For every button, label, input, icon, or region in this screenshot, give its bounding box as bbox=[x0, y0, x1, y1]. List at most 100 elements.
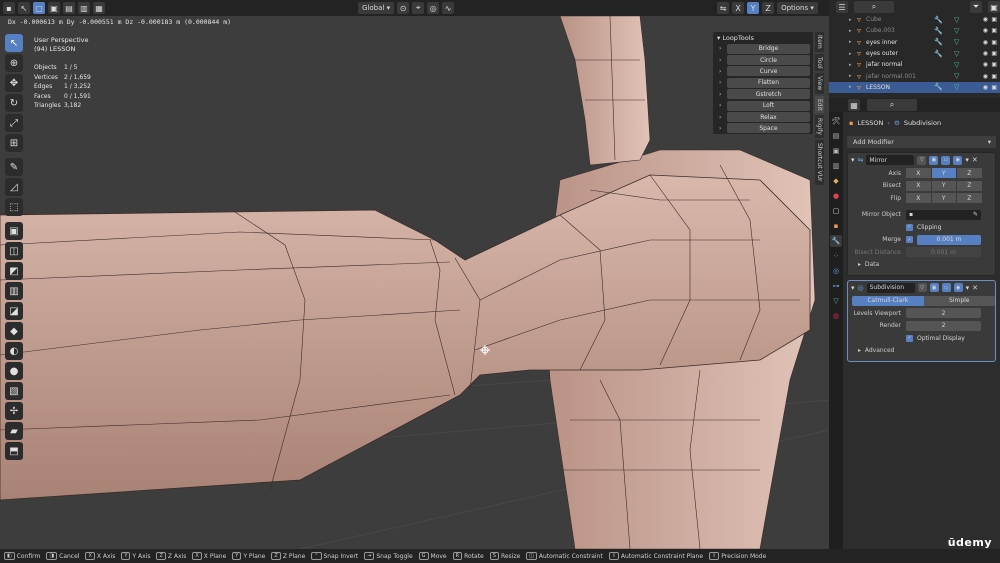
particles-icon[interactable]: ⁘ bbox=[830, 250, 842, 262]
eyedropper-icon[interactable]: ✎ bbox=[973, 211, 978, 218]
looptools-curve[interactable]: › Curve bbox=[713, 66, 813, 77]
filter-icon[interactable]: ⏷ bbox=[970, 1, 982, 13]
scene-icon[interactable]: ◆ bbox=[830, 175, 842, 187]
physics-icon[interactable]: ◎ bbox=[830, 265, 842, 277]
editor-type-icon[interactable]: ▦ bbox=[848, 99, 860, 111]
select-intersect-icon[interactable]: ▦ bbox=[93, 2, 105, 14]
spin-tool-icon[interactable]: ◐ bbox=[5, 342, 23, 360]
eye-icon[interactable]: ◉ bbox=[983, 16, 988, 23]
mirror-name-field[interactable]: Mirror bbox=[866, 155, 915, 165]
flip-y-toggle[interactable]: Y bbox=[931, 193, 956, 204]
flip-z-toggle[interactable]: Z bbox=[957, 193, 982, 204]
render-toggle-icon[interactable]: ◉ bbox=[953, 283, 963, 292]
select-box-icon[interactable]: ▢ bbox=[33, 2, 45, 14]
outliner-row[interactable]: ▸ ▿ eyes outer 🔧 ▽ ◉ ▣ bbox=[829, 48, 1000, 59]
bisect-distance-field[interactable]: 0.001 m bbox=[906, 247, 981, 258]
outliner-row[interactable]: ▸ ▿ jafar normal ▽ ◉ ▣ bbox=[829, 59, 1000, 70]
tab-view[interactable]: View bbox=[815, 73, 824, 94]
poly-build-tool-icon[interactable]: ◆ bbox=[5, 322, 23, 340]
tab-tool[interactable]: Tool bbox=[815, 53, 824, 72]
object-props-icon[interactable]: ▪ bbox=[830, 220, 842, 232]
looptools-relax[interactable]: › Relax bbox=[713, 111, 813, 123]
search-icon[interactable]: ⌕ bbox=[854, 1, 894, 13]
tab-item[interactable]: Item bbox=[815, 32, 824, 52]
chevron-right-icon[interactable]: ▸ bbox=[849, 73, 857, 79]
eye-icon[interactable]: ◉ bbox=[983, 27, 988, 34]
extrude-tool-icon[interactable]: ▣ bbox=[5, 222, 23, 240]
chevron-down-icon[interactable]: ▾ bbox=[965, 156, 969, 164]
subdivision-name-field[interactable]: Subdivision bbox=[866, 282, 915, 293]
axis-z-toggle[interactable]: Z bbox=[762, 2, 775, 14]
world-icon[interactable]: ● bbox=[830, 190, 842, 202]
chevron-down-icon[interactable]: ▾ bbox=[851, 284, 855, 292]
merge-distance-field[interactable]: 0.001 m bbox=[917, 234, 981, 245]
bisect-x-toggle[interactable]: X bbox=[906, 180, 931, 191]
looptools-space[interactable]: › Space bbox=[713, 123, 813, 134]
mirror-modifier-header[interactable]: ▾ ⇋ Mirror ▽ ▣ ▭ ◉ ▾ ✕ bbox=[848, 153, 995, 167]
bevel-tool-icon[interactable]: ◩ bbox=[5, 262, 23, 280]
options-dropdown[interactable]: Options ▾ bbox=[777, 2, 818, 14]
outliner-row-selected[interactable]: ▸ ▿ LESSON 🔧 ▽ ◉ ▣ bbox=[829, 81, 1000, 94]
output-icon[interactable]: ▣ bbox=[830, 145, 842, 157]
flip-x-toggle[interactable]: X bbox=[906, 193, 931, 204]
subdivision-modifier-header[interactable]: ▾ ◎ Subdivision ▽ ▣ ▭ ◉ ▾ ✕ bbox=[848, 281, 995, 295]
looptools-circle[interactable]: › Circle bbox=[713, 54, 813, 66]
outliner-row[interactable]: ▸ ▿ Cube.003 🔧 ▽ ◉ ▣ bbox=[829, 25, 1000, 36]
levels-viewport-field[interactable]: 2 bbox=[906, 308, 981, 319]
modifier-props-icon[interactable]: 🔧 bbox=[830, 235, 842, 247]
cursor-tool-icon[interactable]: ⊕ bbox=[5, 54, 23, 72]
select-mode-button[interactable]: ↖ bbox=[18, 2, 30, 14]
render-icon[interactable]: ▤ bbox=[830, 130, 842, 142]
display-mode-icon[interactable]: ☰ bbox=[836, 1, 848, 13]
shrink-fatten-tool-icon[interactable]: ✢ bbox=[5, 402, 23, 420]
smooth-tool-icon[interactable]: ● bbox=[5, 362, 23, 380]
select-subtract-icon[interactable]: ▤ bbox=[63, 2, 75, 14]
constraints-icon[interactable]: ⊶ bbox=[830, 280, 842, 292]
camera-icon[interactable]: ▣ bbox=[991, 16, 997, 23]
camera-icon[interactable]: ▣ bbox=[991, 39, 997, 46]
edit-mode-toggle-icon[interactable]: ▽ bbox=[917, 283, 927, 292]
eye-icon[interactable]: ◉ bbox=[983, 39, 988, 46]
new-collection-icon[interactable]: ▣ bbox=[988, 1, 1000, 13]
collection-icon[interactable]: ▢ bbox=[830, 205, 842, 217]
axis-x-toggle[interactable]: X bbox=[906, 168, 931, 179]
pivot-icon[interactable]: ⊙ bbox=[397, 2, 410, 14]
eye-icon[interactable]: ◉ bbox=[983, 84, 988, 91]
camera-icon[interactable]: ▣ bbox=[991, 84, 997, 91]
outliner-row[interactable]: ▸ ▿ jafar normal.001 ▽ ◉ ▣ bbox=[829, 70, 1000, 81]
camera-icon[interactable]: ▣ bbox=[991, 61, 997, 68]
looptools-header[interactable]: ▾ LoopTools bbox=[713, 32, 813, 43]
inset-tool-icon[interactable]: ◫ bbox=[5, 242, 23, 260]
select-tool-icon[interactable]: ↖ bbox=[5, 34, 23, 52]
transform-tool-icon[interactable]: ⊞ bbox=[5, 134, 23, 152]
simple-button[interactable]: Simple bbox=[923, 295, 995, 306]
tab-rigify[interactable]: Rigify bbox=[815, 115, 824, 139]
viewport-toggle-icon[interactable]: ▭ bbox=[941, 283, 951, 292]
chevron-right-icon[interactable]: ▸ bbox=[849, 51, 857, 57]
axis-z-toggle[interactable]: Z bbox=[957, 168, 982, 179]
select-invert-icon[interactable]: ▥ bbox=[78, 2, 90, 14]
outliner-row[interactable]: ▸ ▿ Cube 🔧 ▽ ◉ ▣ bbox=[829, 14, 1000, 25]
falloff-icon[interactable]: ∿ bbox=[442, 2, 455, 14]
material-icon[interactable]: ◍ bbox=[830, 310, 842, 322]
close-icon[interactable]: ✕ bbox=[972, 156, 978, 164]
scale-tool-icon[interactable]: ⤢ bbox=[5, 114, 23, 132]
3d-viewport[interactable] bbox=[0, 16, 829, 549]
select-extend-icon[interactable]: ▣ bbox=[48, 2, 60, 14]
looptools-gstretch[interactable]: › Gstretch bbox=[713, 89, 813, 100]
knife-tool-icon[interactable]: ◪ bbox=[5, 302, 23, 320]
data-subpanel[interactable]: ▸ Data bbox=[848, 259, 995, 271]
chevron-right-icon[interactable]: ▸ bbox=[849, 62, 857, 68]
eye-icon[interactable]: ◉ bbox=[983, 50, 988, 57]
looptools-flatten[interactable]: › Flatten bbox=[713, 77, 813, 88]
annotate-tool-icon[interactable]: ✎ bbox=[5, 158, 23, 176]
camera-icon[interactable]: ▣ bbox=[991, 27, 997, 34]
chevron-right-icon[interactable]: ▸ bbox=[849, 28, 857, 34]
render-levels-field[interactable]: 2 bbox=[906, 320, 981, 331]
mirror-icon[interactable]: ⇋ bbox=[717, 2, 730, 14]
chevron-right-icon[interactable]: ▸ bbox=[849, 17, 857, 23]
bisect-y-toggle[interactable]: Y bbox=[931, 180, 956, 191]
measure-tool-icon[interactable]: ◿ bbox=[5, 178, 23, 196]
add-cube-tool-icon[interactable]: ⬚ bbox=[5, 198, 23, 216]
cage-toggle-icon[interactable]: ▣ bbox=[929, 283, 939, 292]
